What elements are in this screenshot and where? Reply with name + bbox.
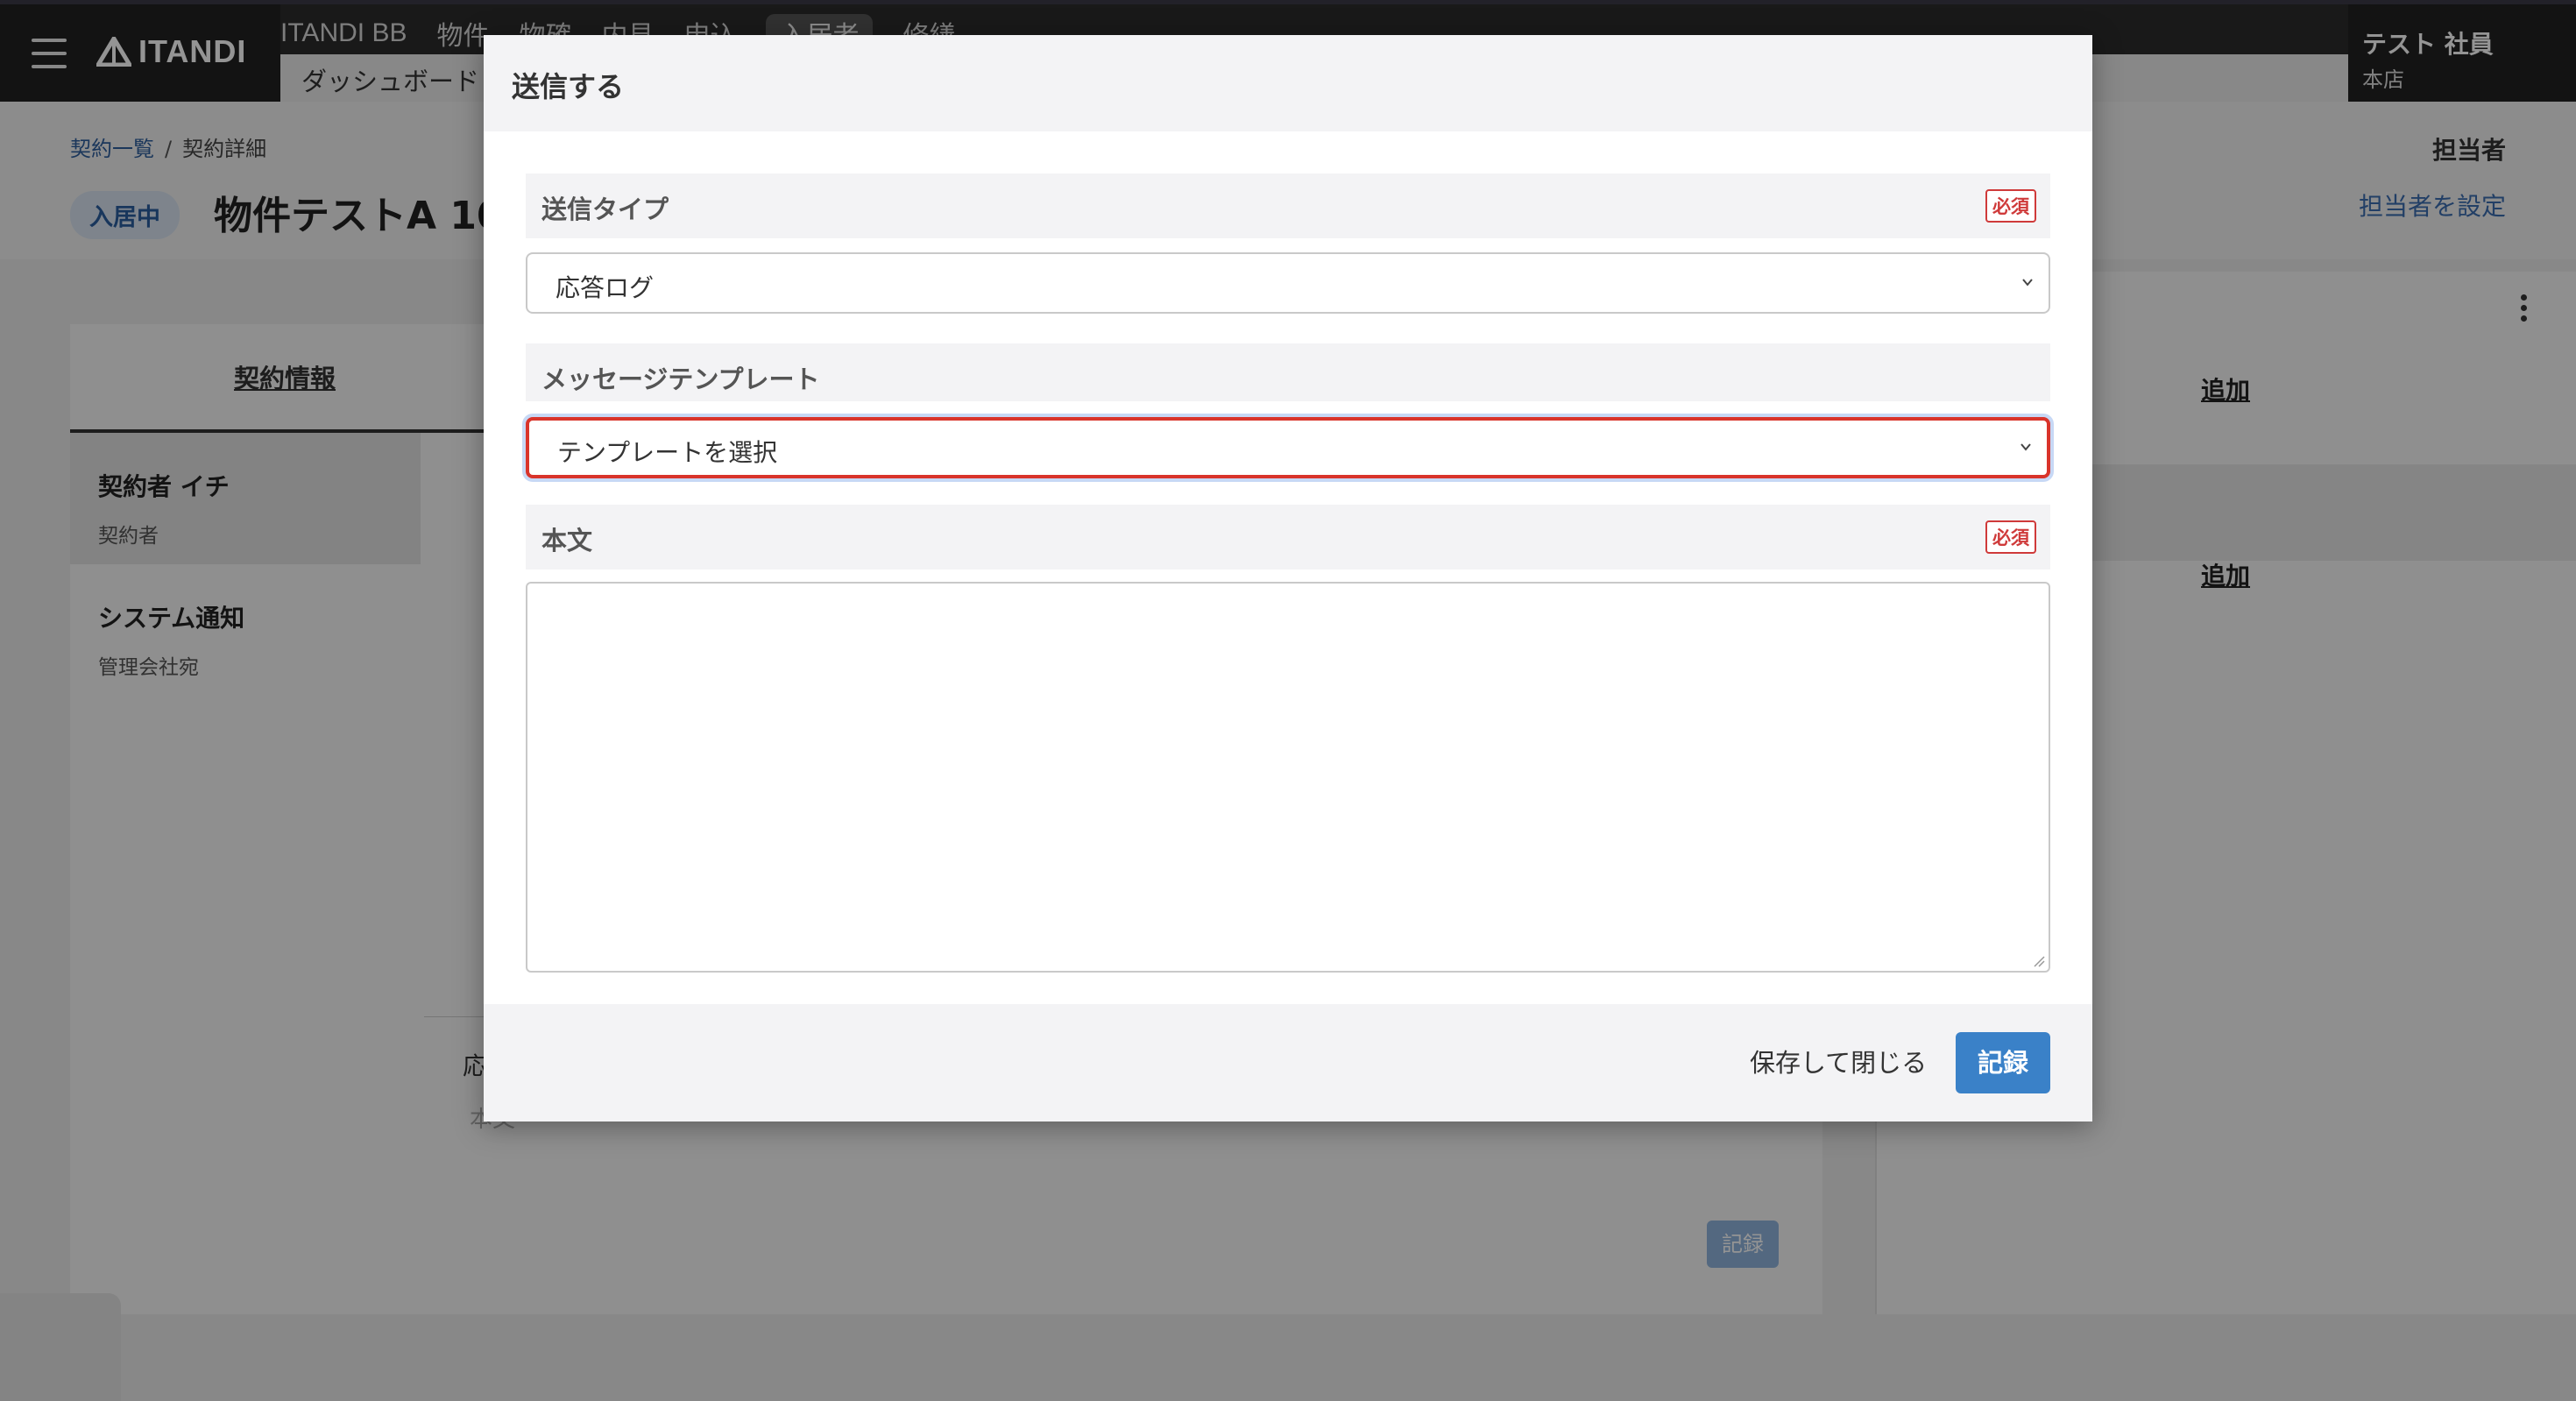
record-button[interactable]: 記録 bbox=[1956, 1032, 2050, 1093]
body-textarea[interactable] bbox=[526, 582, 2050, 973]
template-select[interactable]: テンプレートを選択 bbox=[526, 417, 2050, 478]
chevron-down-icon bbox=[2020, 443, 2031, 451]
template-label: メッセージテンプレート bbox=[526, 343, 2050, 401]
required-badge: 必須 bbox=[1985, 189, 2036, 223]
body-label-text: 本文 bbox=[541, 526, 593, 555]
save-and-close-button[interactable]: 保存して閉じる bbox=[1750, 1043, 1927, 1079]
template-label-text: メッセージテンプレート bbox=[541, 364, 820, 394]
modal-header: 送信する bbox=[484, 35, 2092, 131]
template-value: テンプレートを選択 bbox=[557, 438, 778, 467]
body-label: 本文 必須 bbox=[526, 505, 2050, 570]
send-type-value: 応答ログ bbox=[556, 273, 655, 302]
send-type-label-text: 送信タイプ bbox=[541, 195, 669, 224]
modal-title: 送信する bbox=[512, 70, 625, 103]
required-badge: 必須 bbox=[1985, 520, 2036, 554]
send-type-select[interactable]: 応答ログ bbox=[526, 252, 2050, 314]
resize-grip-icon[interactable] bbox=[2031, 953, 2045, 967]
chevron-down-icon bbox=[2022, 279, 2033, 287]
modal-footer: 保存して閉じる 記録 bbox=[484, 1004, 2092, 1122]
send-type-label: 送信タイプ 必須 bbox=[526, 173, 2050, 238]
send-modal: 送信する 送信タイプ 必須 応答ログ メッセージテンプレート テンプレートを選択… bbox=[484, 35, 2092, 1122]
